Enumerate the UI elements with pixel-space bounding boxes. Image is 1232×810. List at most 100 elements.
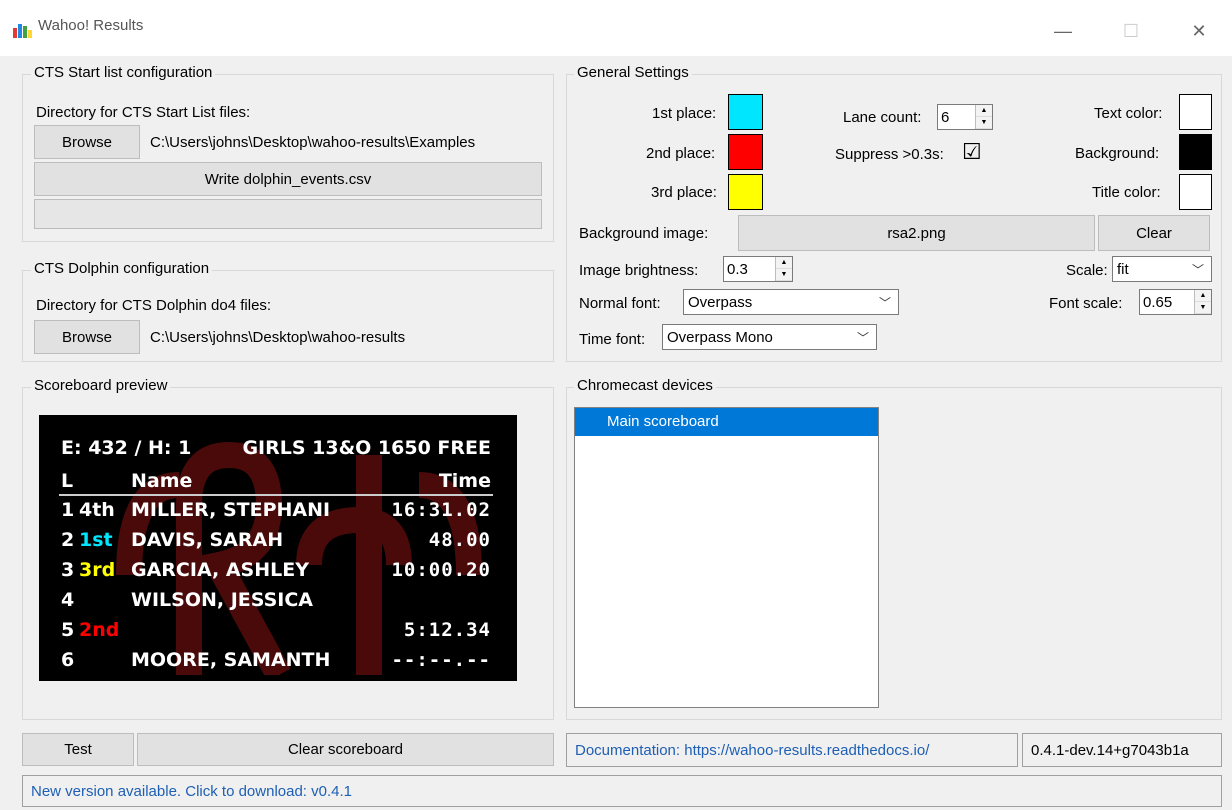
row-name: MOORE, SAMANTH [131, 649, 331, 671]
font-scale-spinbox[interactable]: 0.65 ▲ ▼ [1139, 289, 1212, 315]
update-status-bar[interactable]: New version available. Click to download… [22, 775, 1222, 807]
row-lane: 1 [61, 499, 75, 521]
font-scale-label: Font scale: [1049, 295, 1123, 312]
image-brightness-spinbox[interactable]: 0.3 ▲ ▼ [723, 256, 793, 282]
row-lane: 6 [61, 649, 75, 671]
cts-start-path: C:\Users\johns\Desktop\wahoo-results\Exa… [150, 134, 476, 151]
chromecast-legend: Chromecast devices [574, 377, 716, 394]
row-place: 1st [79, 529, 113, 551]
lane-count-value: 6 [941, 108, 950, 126]
normal-font-select[interactable]: Overpass ﹀ [683, 289, 899, 315]
title-color-label: Title color: [1092, 184, 1161, 201]
row-time: 48.00 [428, 529, 491, 551]
cts-start-legend: CTS Start list configuration [31, 64, 216, 81]
image-brightness-value: 0.3 [727, 260, 748, 278]
row-time: --:--.-- [391, 649, 491, 671]
cts-dolphin-browse-button[interactable]: Browse [34, 320, 140, 354]
time-font-select[interactable]: Overpass Mono ﹀ [662, 324, 877, 350]
scale-label: Scale: [1066, 262, 1108, 279]
cts-start-dir-label: Directory for CTS Start List files: [36, 104, 251, 121]
scale-select[interactable]: fit ﹀ [1112, 256, 1212, 282]
version-label: 0.4.1-dev.14+g7043b1a [1022, 733, 1222, 767]
clear-background-image-button[interactable]: Clear [1098, 215, 1210, 251]
time-column-header: Time [438, 470, 491, 492]
row-name: GARCIA, ASHLEY [131, 559, 309, 581]
background-image-label: Background image: [579, 225, 709, 242]
time-font-label: Time font: [579, 331, 646, 348]
header-divider [59, 494, 493, 496]
window-title: Wahoo! Results [38, 17, 144, 34]
row-place: 4th [79, 499, 115, 521]
image-brightness-label: Image brightness: [579, 262, 699, 279]
text-color-label: Text color: [1094, 105, 1163, 122]
suppress-label: Suppress >0.3s: [835, 146, 944, 163]
row-lane: 5 [61, 619, 75, 641]
scoreboard-preview: E: 432 / H: 1 GIRLS 13&O 1650 FREE L Nam… [39, 415, 517, 681]
spin-down-icon[interactable]: ▼ [776, 269, 792, 281]
first-place-label: 1st place: [652, 105, 717, 122]
cts-start-browse-button[interactable]: Browse [34, 125, 140, 159]
row-place: 2nd [79, 619, 120, 641]
heat-label: E: 432 / H: 1 [61, 437, 192, 459]
row-lane: 2 [61, 529, 75, 551]
minimize-button[interactable]: — [1040, 12, 1086, 50]
second-place-label: 2nd place: [646, 145, 716, 162]
row-time: 16:31.02 [391, 499, 491, 521]
brightness-arrows[interactable]: ▲ ▼ [775, 257, 792, 281]
spin-down-icon[interactable]: ▼ [1195, 302, 1211, 314]
time-font-value: Overpass Mono [667, 328, 773, 346]
background-image-button[interactable]: rsa2.png [738, 215, 1095, 251]
clear-scoreboard-button[interactable]: Clear scoreboard [137, 733, 554, 766]
chevron-down-icon: ﹀ [1191, 262, 1204, 277]
general-settings-legend: General Settings [574, 64, 692, 81]
third-place-color-swatch[interactable] [728, 174, 763, 210]
first-place-color-swatch[interactable] [728, 94, 763, 130]
row-time: 5:12.34 [403, 619, 491, 641]
font-scale-value: 0.65 [1143, 293, 1173, 311]
cts-dolphin-legend: CTS Dolphin configuration [31, 260, 213, 277]
row-lane: 4 [61, 589, 75, 611]
app-logo-icon [13, 24, 32, 38]
title-bar: Wahoo! Results — ☐ ✕ [0, 0, 1232, 56]
name-column-header: Name [131, 470, 193, 492]
text-color-swatch[interactable] [1179, 94, 1212, 130]
row-name: WILSON, JESSICA [131, 589, 313, 611]
chevron-down-icon: ﹀ [878, 295, 891, 310]
maximize-button[interactable]: ☐ [1108, 12, 1154, 50]
chromecast-device-item[interactable]: Main scoreboard [575, 408, 878, 436]
background-color-label: Background: [1075, 145, 1160, 162]
background-color-swatch[interactable] [1179, 134, 1212, 170]
spin-up-icon[interactable]: ▲ [1195, 290, 1211, 302]
cts-dolphin-path: C:\Users\johns\Desktop\wahoo-results [150, 329, 406, 346]
row-name: DAVIS, SARAH [131, 529, 284, 551]
normal-font-value: Overpass [688, 293, 753, 311]
scale-value: fit [1117, 260, 1129, 278]
row-lane: 3 [61, 559, 75, 581]
third-place-label: 3rd place: [651, 184, 717, 201]
lane-column-header: L [61, 470, 74, 492]
documentation-link[interactable]: Documentation: https://wahoo-results.rea… [566, 733, 1018, 767]
write-dolphin-events-button[interactable]: Write dolphin_events.csv [34, 162, 542, 196]
spin-up-icon[interactable]: ▲ [776, 257, 792, 269]
second-place-color-swatch[interactable] [728, 134, 763, 170]
row-time: 10:00.20 [391, 559, 491, 581]
lane-count-label: Lane count: [843, 109, 922, 126]
title-color-swatch[interactable] [1179, 174, 1212, 210]
spin-up-icon[interactable]: ▲ [976, 105, 992, 117]
write-progress-bar [34, 199, 542, 229]
scoreboard-preview-legend: Scoreboard preview [31, 377, 171, 394]
close-button[interactable]: ✕ [1176, 12, 1222, 50]
event-description: GIRLS 13&O 1650 FREE [242, 437, 491, 459]
test-button[interactable]: Test [22, 733, 134, 766]
font-scale-arrows[interactable]: ▲ ▼ [1194, 290, 1211, 314]
row-name: MILLER, STEPHANI [131, 499, 331, 521]
chevron-down-icon: ﹀ [856, 330, 869, 345]
spin-down-icon[interactable]: ▼ [976, 117, 992, 129]
cts-dolphin-dir-label: Directory for CTS Dolphin do4 files: [36, 297, 272, 314]
suppress-checkbox[interactable]: ☑ [962, 140, 982, 164]
lane-count-arrows[interactable]: ▲ ▼ [975, 105, 992, 129]
lane-count-spinbox[interactable]: 6 ▲ ▼ [937, 104, 993, 130]
normal-font-label: Normal font: [579, 295, 661, 312]
row-place: 3rd [79, 559, 116, 581]
chromecast-device-list[interactable]: Main scoreboard [574, 407, 879, 708]
